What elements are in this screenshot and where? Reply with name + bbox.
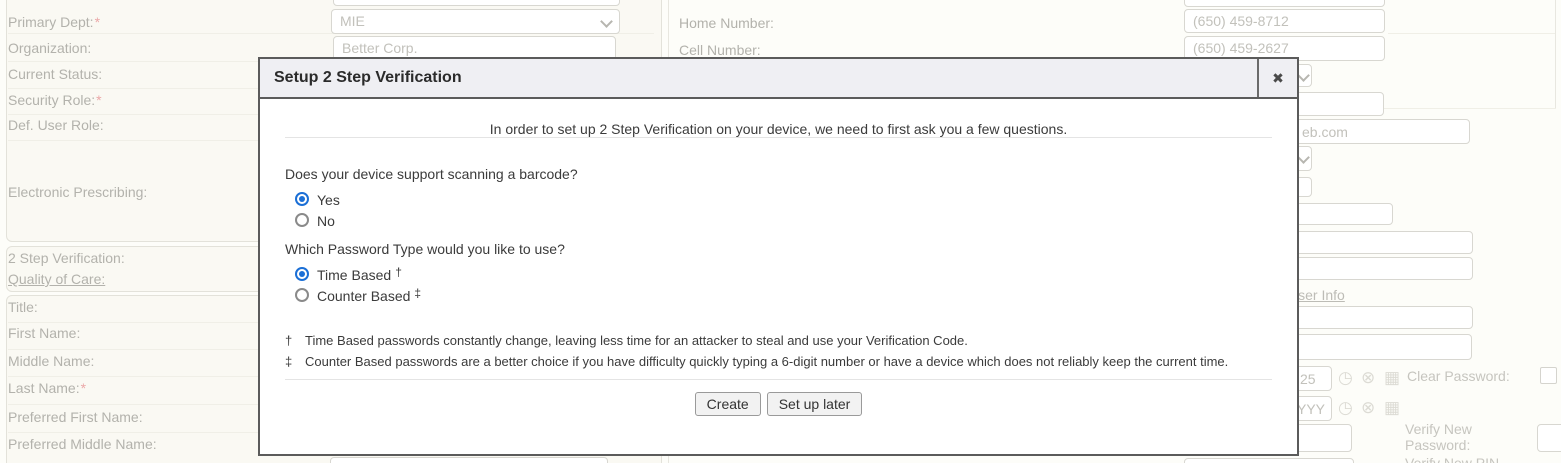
label-preferred-first-name: Preferred First Name: <box>8 409 143 425</box>
verify-new-password-input[interactable] <box>1537 424 1561 452</box>
footnote-counter-based: Counter Based passwords are a better cho… <box>305 354 1228 369</box>
home-number-input[interactable]: (650) 459-8712 <box>1184 9 1385 33</box>
radio-time-based-label[interactable]: Time Based† <box>317 267 402 283</box>
setup-2-step-verification-dialog: Setup 2 Step Verification ✖ In order to … <box>258 57 1299 456</box>
label-primary-dept: Primary Dept:* <box>8 14 100 30</box>
label-organization: Organization: <box>8 40 92 56</box>
label-current-status: Current Status: <box>8 66 103 82</box>
required-asterisk: * <box>96 92 101 108</box>
label-home-number: Home Number: <box>679 15 774 31</box>
required-asterisk: * <box>95 14 100 30</box>
dialog-title: Setup 2 Step Verification <box>274 59 462 97</box>
calendar-icon[interactable]: ▦ <box>1384 369 1400 387</box>
label-title: Title: <box>8 299 38 315</box>
radio-counter-based[interactable] <box>295 288 309 302</box>
row-divider <box>1388 33 1556 34</box>
footnote-double-dagger-symbol: ‡ <box>285 354 292 369</box>
cutoff-input-top-right[interactable] <box>1184 0 1385 7</box>
label-last-name: Last Name:* <box>8 380 86 396</box>
set-up-later-button[interactable]: Set up later <box>767 392 863 416</box>
question-barcode: Does your device support scanning a barc… <box>285 166 578 182</box>
radio-no[interactable] <box>295 213 309 227</box>
email-value-fragment: eb.com <box>1302 124 1348 140</box>
radio-counter-based-label[interactable]: Counter Based‡ <box>317 288 421 304</box>
label-security-role: Security Role:* <box>8 92 102 108</box>
radio-yes[interactable] <box>295 192 309 206</box>
radio-no-label[interactable]: No <box>317 213 335 229</box>
label-verify-new-pin: Verify New PIN <box>1405 455 1499 463</box>
clock-icon[interactable]: ◷ <box>1338 369 1353 387</box>
label-clear-password: Clear Password: <box>1407 368 1510 384</box>
primary-dept-select[interactable]: MIE <box>331 9 620 34</box>
dialog-intro-text: In order to set up 2 Step Verification o… <box>260 121 1297 137</box>
clock-icon[interactable]: ◷ <box>1338 399 1353 417</box>
label-def-user-role: Def. User Role: <box>8 117 104 133</box>
label-electronic-prescribing: Electronic Prescribing: <box>8 184 147 200</box>
label-cell-number: Cell Number: <box>679 42 761 58</box>
user-settings-page: Primary Dept:* Organization: Current Sta… <box>0 0 1561 463</box>
clear-date-icon[interactable]: ⊗ <box>1361 399 1375 417</box>
dagger-marker: † <box>395 265 402 279</box>
label-2-step-verification: 2 Step Verification: <box>8 250 125 266</box>
cutoff-input-bottom-left[interactable] <box>330 457 608 463</box>
label-first-name: First Name: <box>8 325 80 341</box>
divider <box>285 137 1272 138</box>
required-asterisk: * <box>81 380 86 396</box>
label-preferred-middle-name: Preferred Middle Name: <box>8 436 157 452</box>
section-edge <box>1555 0 1556 108</box>
cutoff-input-top-left[interactable] <box>333 0 620 6</box>
clear-date-icon[interactable]: ⊗ <box>1361 369 1375 387</box>
date-value-fragment: 25 <box>1300 371 1316 387</box>
radio-yes-label[interactable]: Yes <box>317 192 340 208</box>
double-dagger-marker: ‡ <box>414 286 421 300</box>
footnote-time-based: Time Based passwords constantly change, … <box>305 333 968 348</box>
radio-time-based[interactable] <box>295 267 309 281</box>
clear-password-checkbox[interactable] <box>1540 367 1557 384</box>
dialog-button-row: CreateSet up later <box>260 392 1297 416</box>
calendar-icon[interactable]: ▦ <box>1384 399 1400 417</box>
cutoff-input-bottom-right[interactable] <box>1184 458 1354 463</box>
dialog-header: Setup 2 Step Verification ✖ <box>260 59 1297 99</box>
divider <box>285 379 1272 380</box>
quality-of-care-link[interactable]: Quality of Care: <box>8 271 105 287</box>
label-verify-new-password: Verify New Password: <box>1405 421 1515 453</box>
close-icon[interactable]: ✖ <box>1257 59 1297 97</box>
date-placeholder-fragment: YYY <box>1297 401 1325 417</box>
label-middle-name: Middle Name: <box>8 353 94 369</box>
footnote-dagger-symbol: † <box>285 333 292 348</box>
create-button[interactable]: Create <box>695 392 761 416</box>
question-password-type: Which Password Type would you like to us… <box>285 241 565 257</box>
